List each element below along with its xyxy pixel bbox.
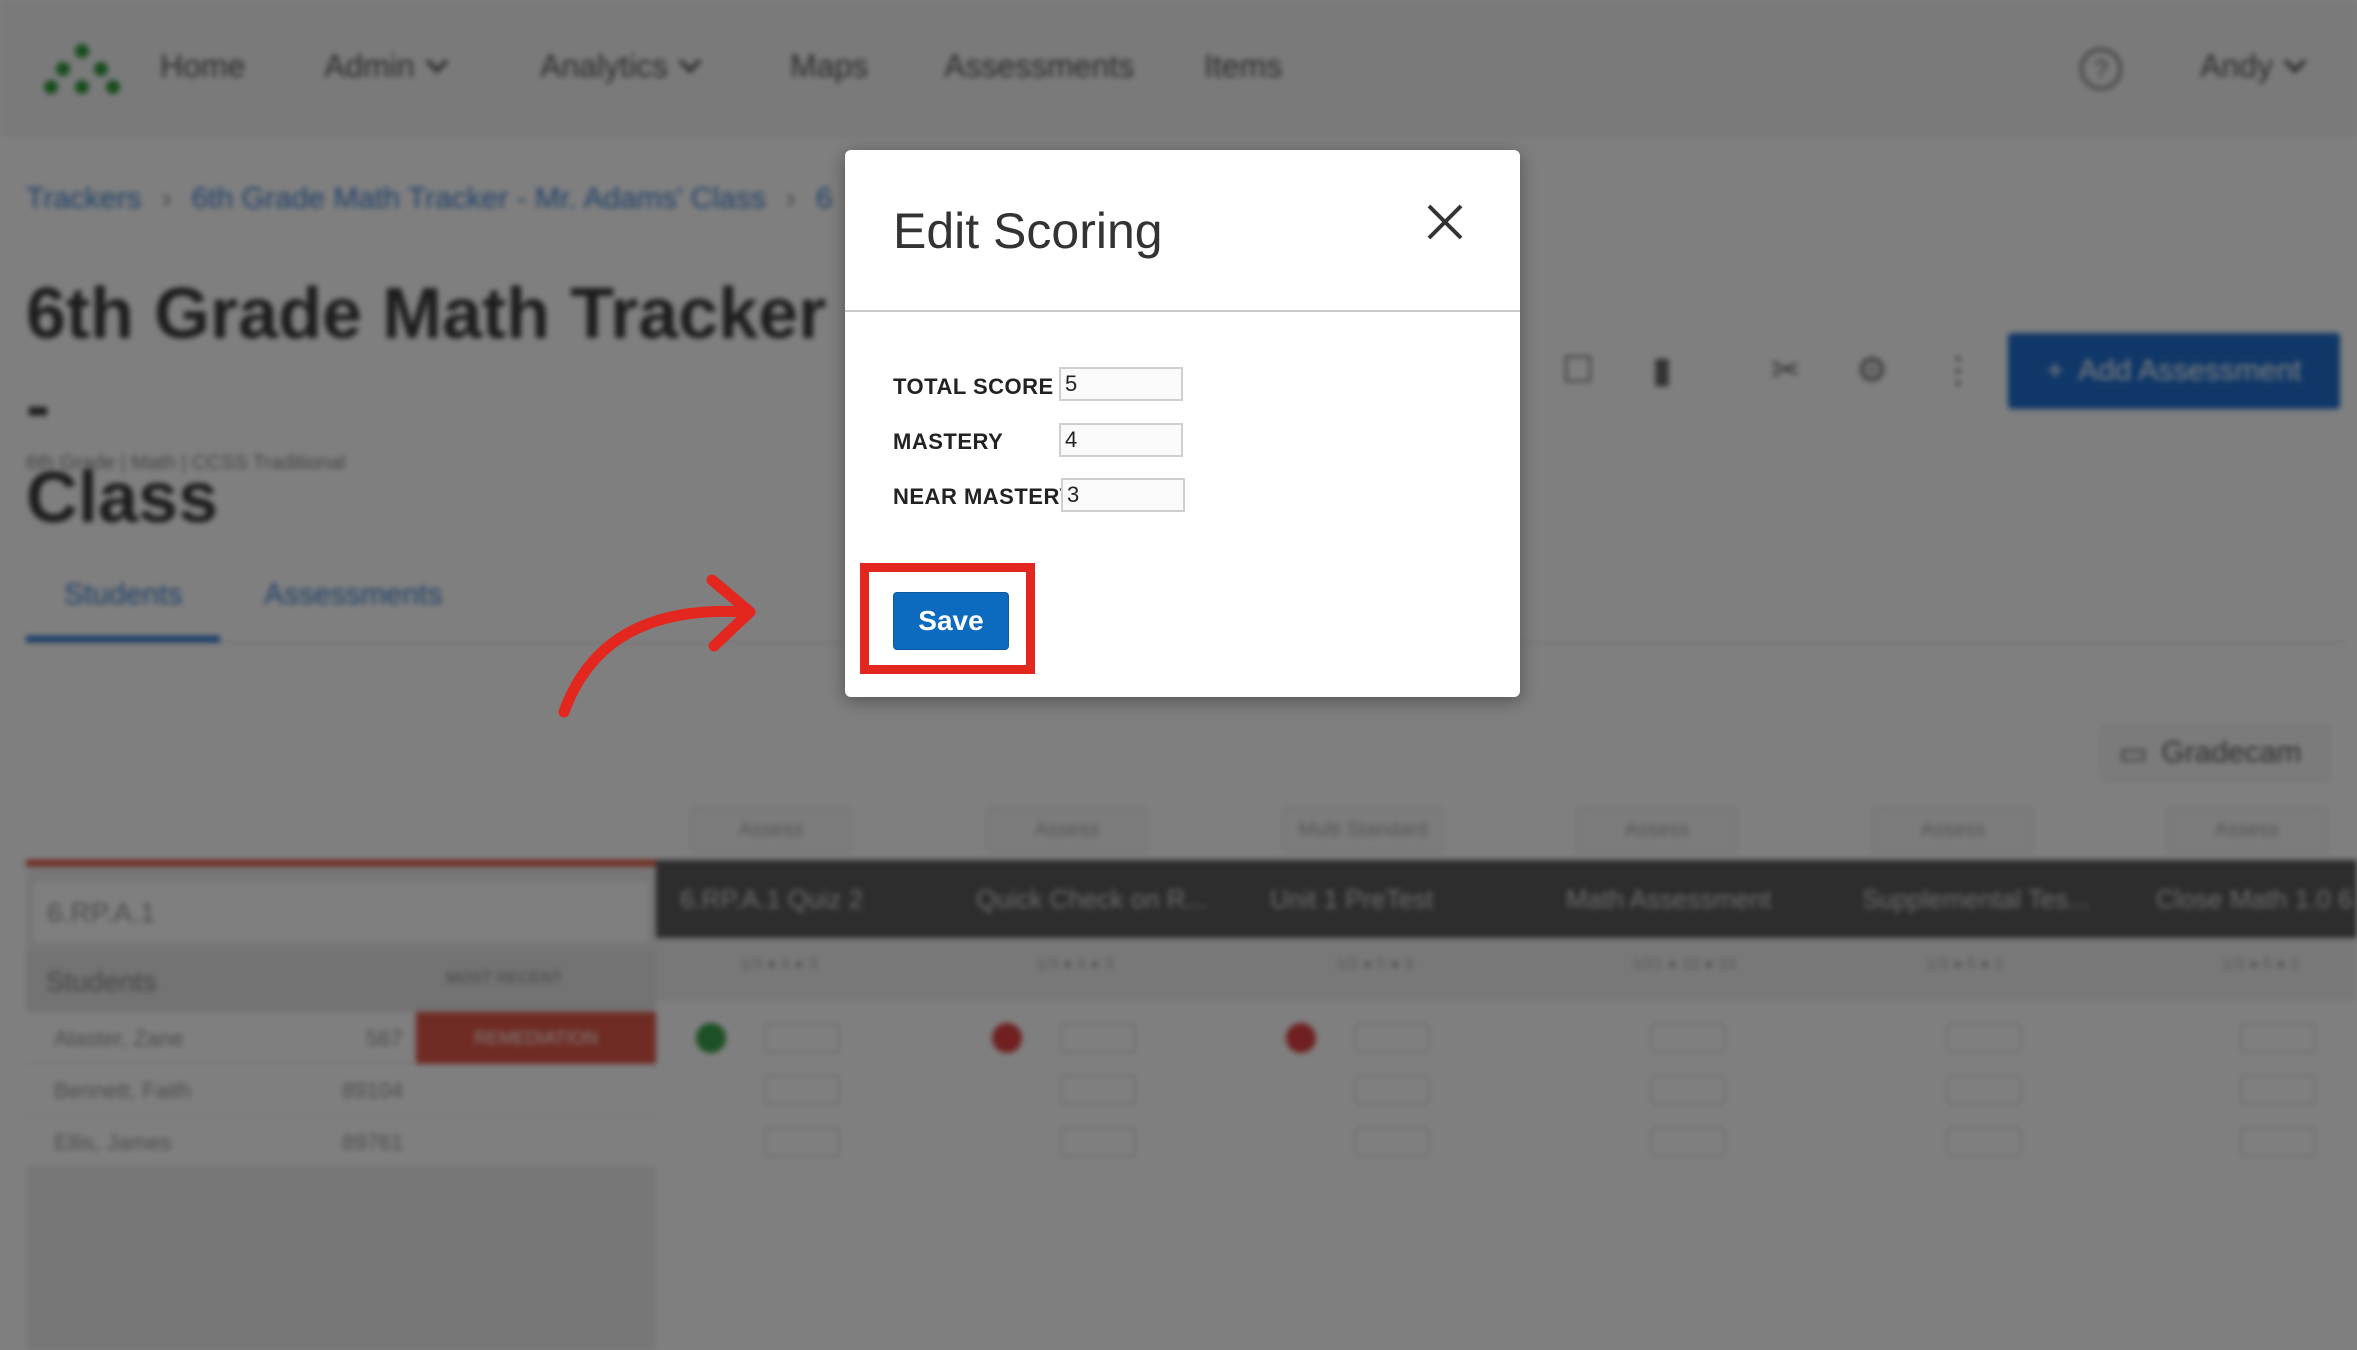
near-mastery-label: NEAR MASTERY (893, 484, 1075, 509)
pointer-arrow-icon (558, 574, 756, 718)
total-score-input[interactable] (1059, 367, 1183, 401)
dialog-title: Edit Scoring (893, 203, 1163, 259)
save-highlight-box (860, 563, 1035, 674)
close-icon[interactable] (1423, 200, 1467, 244)
mastery-input[interactable] (1059, 423, 1183, 457)
total-score-label: TOTAL SCORE (893, 374, 1054, 399)
dialog-header: Edit Scoring (845, 150, 1520, 312)
near-mastery-input[interactable] (1061, 478, 1185, 512)
mastery-label: MASTERY (893, 429, 1004, 454)
